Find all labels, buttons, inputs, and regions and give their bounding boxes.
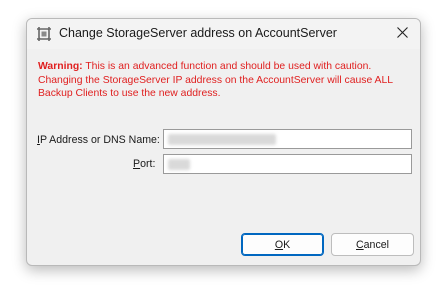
cancel-label: ancel <box>363 238 389 251</box>
ip-address-label: IP Address or DNS Name: <box>37 134 160 146</box>
ok-accelerator: O <box>274 238 284 251</box>
cancel-accelerator: C <box>356 238 364 251</box>
port-label-text: ort: <box>140 158 156 170</box>
warning-text: This is an advanced function and should … <box>38 61 393 99</box>
ok-button[interactable]: OK <box>241 233 324 256</box>
server-gear-icon <box>36 26 52 42</box>
ip-label-text: P Address or DNS Name: <box>39 134 160 146</box>
close-button[interactable] <box>384 19 420 49</box>
cancel-button[interactable]: Cancel <box>331 233 414 256</box>
window-title: Change StorageServer address on AccountS… <box>59 26 337 40</box>
port-label: Port: <box>133 158 155 170</box>
title-bar[interactable]: Change StorageServer address on AccountS… <box>27 19 420 49</box>
close-icon <box>396 25 408 43</box>
ok-label: K <box>283 238 291 251</box>
warning-message: Warning: This is an advanced function an… <box>38 60 413 101</box>
ip-address-input[interactable] <box>163 129 412 149</box>
port-input[interactable] <box>163 154 412 174</box>
change-storageserver-dialog: Change StorageServer address on AccountS… <box>26 18 421 266</box>
redacted-value <box>168 134 276 145</box>
redacted-value <box>168 159 190 170</box>
warning-prefix: Warning: <box>38 61 83 72</box>
